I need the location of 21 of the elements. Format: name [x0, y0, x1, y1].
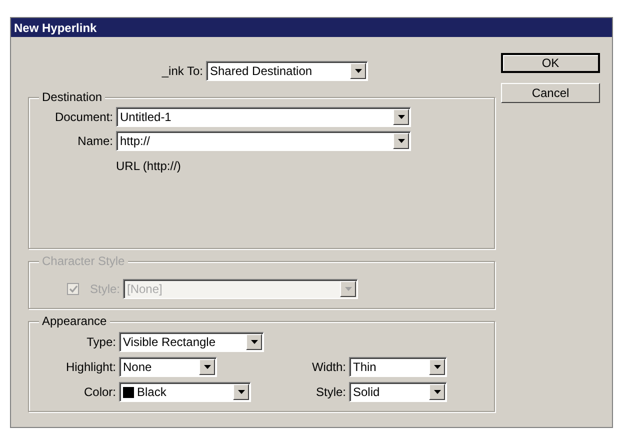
- dialog-button[interactable]: OK: [501, 53, 600, 73]
- dropdown[interactable]: http://: [116, 131, 411, 151]
- dialog-button[interactable]: Cancel: [501, 83, 600, 103]
- field-label: Style:: [314, 384, 347, 401]
- field-label: Type:: [86, 334, 117, 351]
- url-note: URL (http://): [116, 158, 182, 175]
- field-label: Name:: [76, 133, 114, 150]
- dropdown[interactable]: Visible Rectangle: [119, 332, 264, 352]
- field-label: Document:: [54, 109, 114, 126]
- window-title: New Hyperlink: [14, 20, 97, 36]
- dropdown[interactable]: Shared Destination: [206, 61, 368, 81]
- field-label: Highlight:: [64, 359, 117, 376]
- checkmark-icon: [68, 285, 78, 293]
- field-label: _ink To:: [160, 63, 204, 80]
- dropdown[interactable]: Black: [119, 382, 251, 402]
- field-label: Width:: [310, 359, 347, 376]
- dropdown[interactable]: None: [119, 357, 217, 377]
- dropdown[interactable]: Thin: [349, 357, 447, 377]
- dropdown[interactable]: Solid: [349, 382, 447, 402]
- dropdown[interactable]: Untitled-1: [116, 107, 411, 127]
- field-label: Color:: [82, 384, 117, 401]
